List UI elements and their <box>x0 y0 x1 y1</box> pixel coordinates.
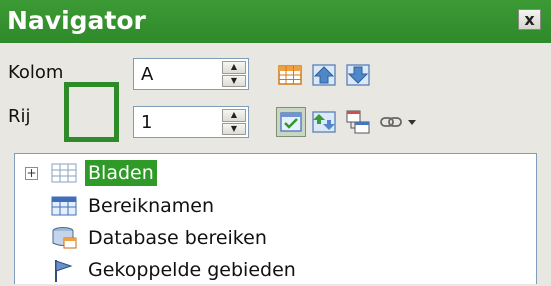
column-value[interactable]: A <box>141 64 153 85</box>
expand-toggle-icon[interactable]: + <box>25 167 38 180</box>
start-button[interactable] <box>309 60 339 90</box>
scenarios-button[interactable] <box>309 107 339 137</box>
tree-item-linked-areas[interactable]: Gekoppelde gebieden <box>49 254 299 286</box>
column-increment-button[interactable]: ▲ <box>222 61 246 74</box>
data-range-icon <box>278 65 302 85</box>
flag-icon <box>55 260 73 282</box>
highlight-frame <box>64 82 119 142</box>
end-button[interactable] <box>343 60 373 90</box>
row-increment-button[interactable]: ▲ <box>222 109 246 122</box>
drag-mode-icon <box>346 110 370 134</box>
tree-item-database-ranges[interactable]: Database bereiken <box>49 222 270 254</box>
toggle-content-button[interactable] <box>276 107 306 137</box>
row-value[interactable]: 1 <box>141 112 152 133</box>
link-dropdown-button[interactable] <box>377 107 429 137</box>
row-decrement-button[interactable]: ▼ <box>222 122 246 135</box>
toggle-content-icon <box>280 112 302 132</box>
end-icon <box>346 64 370 86</box>
data-range-button[interactable] <box>275 60 305 90</box>
column-spin-field[interactable]: A ▲ ▼ <box>133 58 249 90</box>
column-label: Kolom <box>8 62 64 83</box>
range-names-icon <box>51 196 77 216</box>
navigator-titlebar: Navigator x <box>0 0 551 43</box>
tree-item-range-names[interactable]: Bereiknamen <box>49 190 217 222</box>
window-title: Navigator <box>7 6 146 35</box>
start-icon <box>312 64 336 86</box>
close-button[interactable]: x <box>518 9 541 30</box>
sheets-icon <box>51 163 77 183</box>
row-label: Rij <box>8 106 31 127</box>
tree-item-label: Bladen <box>85 160 157 186</box>
link-dropdown-icon <box>380 117 416 127</box>
database-icon <box>52 227 77 249</box>
tree-item-label: Database bereiken <box>88 227 267 249</box>
row-spin-field[interactable]: 1 ▲ ▼ <box>133 106 249 138</box>
tree-item-sheets[interactable]: Bladen <box>49 157 157 189</box>
tree-item-label: Gekoppelde gebieden <box>88 259 296 281</box>
drag-mode-button[interactable] <box>343 107 373 137</box>
scenarios-icon <box>312 111 336 133</box>
navigator-tree[interactable]: + Bladen Bereiknamen Database bereiken G… <box>14 153 537 284</box>
column-decrement-button[interactable]: ▼ <box>222 74 246 87</box>
tree-item-label: Bereiknamen <box>88 195 215 217</box>
